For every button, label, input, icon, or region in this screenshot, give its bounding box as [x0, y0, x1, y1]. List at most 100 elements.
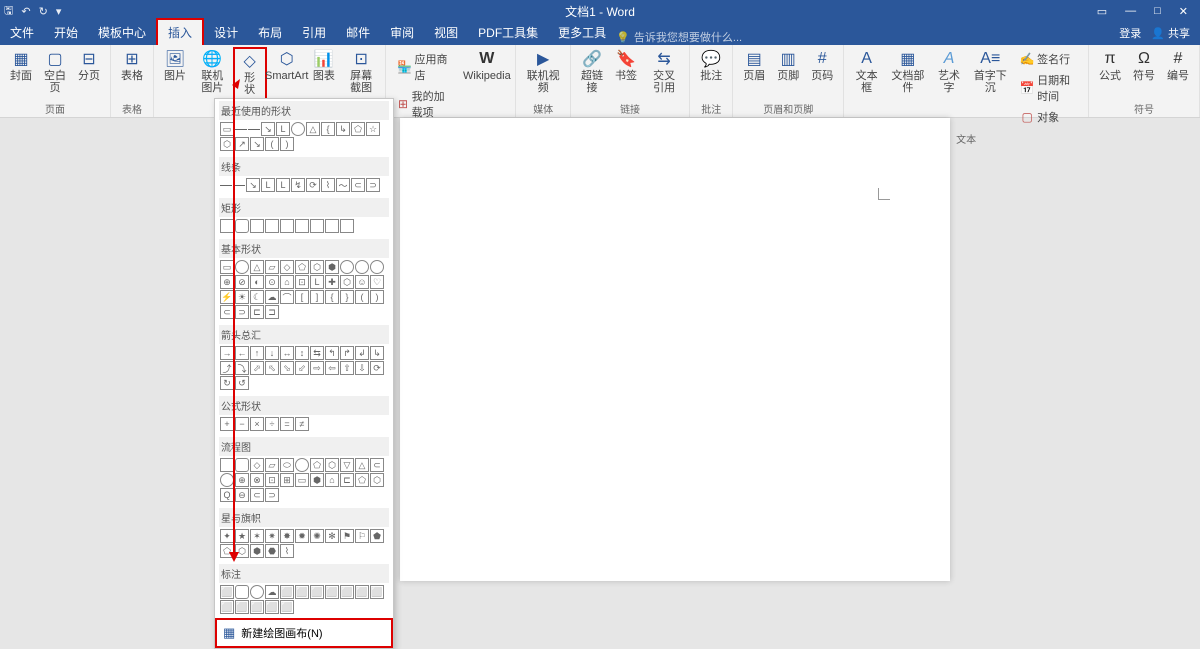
- tab-template[interactable]: 模板中心: [88, 20, 156, 45]
- shape-item[interactable]: +: [220, 417, 234, 431]
- header-button[interactable]: ▤页眉: [737, 47, 771, 84]
- shape-item[interactable]: [325, 219, 339, 233]
- shape-item[interactable]: ⬢: [325, 260, 339, 274]
- shape-item[interactable]: [265, 219, 279, 233]
- shapes-button[interactable]: ◇形状: [233, 47, 267, 100]
- shape-item[interactable]: ⊂: [351, 178, 365, 192]
- shape-item[interactable]: ⬜: [220, 600, 234, 614]
- tab-pdf[interactable]: PDF工具集: [468, 20, 548, 45]
- new-drawing-canvas[interactable]: ▦ 新建绘图画布(N): [215, 618, 393, 648]
- shape-item[interactable]: ⚡: [220, 290, 234, 304]
- shape-item[interactable]: L: [310, 275, 324, 289]
- shape-item[interactable]: ⬜: [220, 585, 234, 599]
- shape-item[interactable]: ⬡: [310, 260, 324, 274]
- shape-item[interactable]: ⇆: [310, 346, 324, 360]
- undo-icon[interactable]: ↶: [21, 5, 30, 18]
- shape-item[interactable]: ★: [235, 529, 249, 543]
- shape-item[interactable]: [235, 219, 249, 233]
- shape-item[interactable]: [291, 122, 305, 136]
- tab-home[interactable]: 开始: [44, 20, 88, 45]
- shape-item[interactable]: [235, 129, 247, 130]
- share-button[interactable]: 👤 共享: [1151, 25, 1190, 41]
- shape-item[interactable]: ☁: [265, 290, 279, 304]
- shape-item[interactable]: L: [261, 178, 275, 192]
- shape-item[interactable]: {: [325, 290, 339, 304]
- shape-item[interactable]: ✺: [310, 529, 324, 543]
- quickparts-button[interactable]: ▦文档部件: [885, 47, 931, 96]
- shape-item[interactable]: ✦: [220, 529, 234, 543]
- shape-item[interactable]: [310, 219, 324, 233]
- shape-item[interactable]: ⬠: [355, 473, 369, 487]
- shape-item[interactable]: ⬡: [235, 544, 249, 558]
- tab-review[interactable]: 审阅: [380, 20, 424, 45]
- chart-button[interactable]: 📊图表: [307, 47, 341, 84]
- shape-item[interactable]: (: [355, 290, 369, 304]
- shape-item[interactable]: [248, 129, 260, 130]
- shape-item[interactable]: ⊡: [265, 473, 279, 487]
- shape-item[interactable]: ⤴: [220, 361, 234, 375]
- shape-item[interactable]: ↘: [250, 137, 264, 151]
- blank-page-button[interactable]: ▢空白页: [38, 47, 72, 96]
- shape-item[interactable]: [235, 458, 249, 472]
- save-icon[interactable]: 🖫: [4, 2, 13, 21]
- shape-item[interactable]: ↯: [291, 178, 305, 192]
- shape-item[interactable]: [220, 185, 232, 186]
- shape-item[interactable]: ☀: [235, 290, 249, 304]
- shape-item[interactable]: ⚐: [355, 529, 369, 543]
- shape-item[interactable]: ⊕: [220, 275, 234, 289]
- number-button[interactable]: #编号: [1161, 47, 1195, 84]
- smartart-button[interactable]: ⬡SmartArt: [267, 47, 307, 84]
- shape-item[interactable]: ↑: [250, 346, 264, 360]
- shape-item[interactable]: ⬠: [220, 544, 234, 558]
- shape-item[interactable]: [295, 219, 309, 233]
- tab-insert[interactable]: 插入: [156, 18, 204, 45]
- shape-item[interactable]: [295, 458, 309, 472]
- shape-item[interactable]: ⊃: [366, 178, 380, 192]
- shape-item[interactable]: ⬟: [370, 529, 384, 543]
- minimize-icon[interactable]: —: [1125, 5, 1136, 17]
- shape-item[interactable]: ⬜: [265, 600, 279, 614]
- shape-item[interactable]: =: [280, 417, 294, 431]
- maximize-icon[interactable]: □: [1154, 5, 1161, 17]
- shape-item[interactable]: ↺: [235, 376, 249, 390]
- shape-item[interactable]: ⬡: [370, 473, 384, 487]
- pagenum-button[interactable]: #页码: [805, 47, 839, 84]
- table-button[interactable]: ⊞表格: [115, 47, 149, 84]
- shape-item[interactable]: ⬠: [351, 122, 365, 136]
- shape-item[interactable]: ⬡: [220, 137, 234, 151]
- shape-item[interactable]: ÷: [265, 417, 279, 431]
- shape-item[interactable]: ✶: [250, 529, 264, 543]
- shape-item[interactable]: ✸: [280, 529, 294, 543]
- shape-item[interactable]: △: [355, 458, 369, 472]
- shape-item[interactable]: ]: [310, 290, 324, 304]
- shape-item[interactable]: ↳: [336, 122, 350, 136]
- symbol-button[interactable]: Ω符号: [1127, 47, 1161, 84]
- shape-item[interactable]: [370, 260, 384, 274]
- shape-item[interactable]: ⊕: [235, 473, 249, 487]
- shape-item[interactable]: ⬜: [280, 600, 294, 614]
- shape-item[interactable]: ◐: [250, 275, 264, 289]
- shape-item[interactable]: △: [250, 260, 264, 274]
- shape-item[interactable]: ⇨: [310, 361, 324, 375]
- shape-item[interactable]: ⊂: [250, 488, 264, 502]
- wordart-button[interactable]: A艺术字: [931, 47, 968, 96]
- shape-item[interactable]: ⇦: [325, 361, 339, 375]
- shape-item[interactable]: ▭: [295, 473, 309, 487]
- shape-item[interactable]: ✚: [325, 275, 339, 289]
- shape-item[interactable]: ⊘: [235, 275, 249, 289]
- hyperlink-button[interactable]: 🔗超链接: [575, 47, 609, 96]
- shape-item[interactable]: ⬜: [370, 585, 384, 599]
- shape-item[interactable]: ⊂: [220, 305, 234, 319]
- shape-item[interactable]: ▭: [220, 260, 234, 274]
- shape-item[interactable]: →: [220, 346, 234, 360]
- shape-item[interactable]: ✻: [325, 529, 339, 543]
- shape-item[interactable]: ↕: [295, 346, 309, 360]
- document-page[interactable]: [400, 118, 950, 581]
- shape-item[interactable]: ⬜: [250, 600, 264, 614]
- shape-item[interactable]: ⌇: [321, 178, 335, 192]
- shape-item[interactable]: ↓: [265, 346, 279, 360]
- shape-item[interactable]: ✹: [295, 529, 309, 543]
- shape-item[interactable]: [233, 185, 245, 186]
- shape-item[interactable]: ⚑: [340, 529, 354, 543]
- shape-item[interactable]: ☾: [250, 290, 264, 304]
